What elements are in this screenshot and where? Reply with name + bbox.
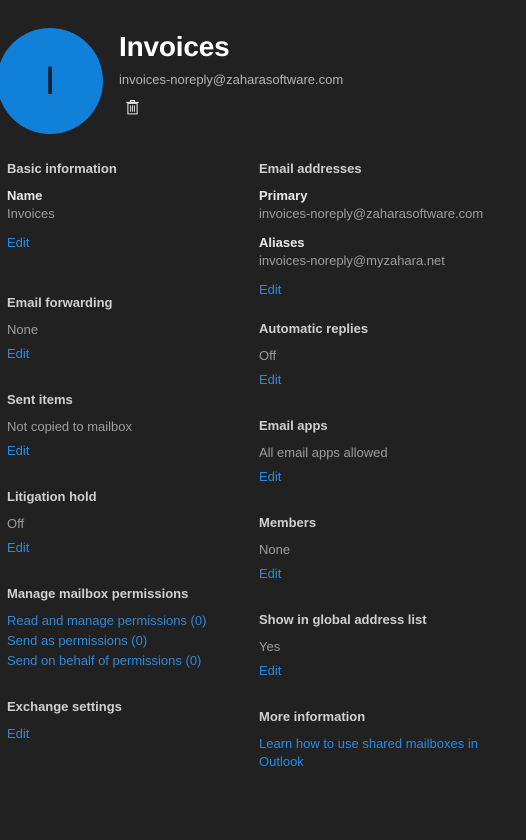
section-header: Litigation hold [7, 489, 97, 504]
avatar-initial: I [44, 59, 56, 103]
section-header: More information [259, 709, 366, 724]
edit-basic-information-link[interactable]: Edit [7, 234, 29, 252]
section-automatic-replies: Automatic replies Off Edit [259, 320, 518, 389]
section-global-address-list: Show in global address list Yes Edit [259, 611, 518, 680]
mailbox-header: I Invoices invoices-noreply@zaharasoftwa… [0, 0, 526, 160]
section-header: Automatic replies [259, 321, 369, 336]
section-litigation-hold: Litigation hold Off Edit [7, 488, 243, 557]
section-header: Basic information [7, 161, 117, 176]
section-more-information: More information Learn how to use shared… [259, 708, 518, 771]
field-primary-address: Primary invoices-noreply@zaharasoftware.… [259, 187, 518, 222]
field-value: Off [259, 348, 277, 363]
section-email-addresses: Email addresses Primary invoices-noreply… [259, 160, 518, 299]
avatar: I [0, 28, 103, 134]
field-name: Name Invoices [7, 187, 243, 222]
trash-icon [125, 99, 140, 116]
edit-automatic-replies-link[interactable]: Edit [259, 371, 281, 389]
section-email-forwarding: Email forwarding None Edit [7, 294, 243, 363]
field-label: Primary [259, 188, 308, 203]
header-text-group: Invoices invoices-noreply@zaharasoftware… [119, 30, 518, 89]
edit-email-addresses-link[interactable]: Edit [259, 281, 281, 299]
field-value: invoices-noreply@myzahara.net [259, 253, 445, 268]
header-actions [119, 94, 145, 120]
edit-litigation-hold-link[interactable]: Edit [7, 539, 29, 557]
field-aliases: Aliases invoices-noreply@myzahara.net [259, 234, 518, 269]
section-header: Email apps [259, 418, 328, 433]
section-header: Email addresses [259, 161, 362, 176]
read-and-manage-permissions-link[interactable]: Read and manage permissions (0) [7, 612, 206, 630]
section-basic-information: Basic information Name Invoices Edit [7, 160, 243, 252]
field-label: Name [7, 188, 43, 203]
section-header: Manage mailbox permissions [7, 586, 189, 601]
right-column: Email addresses Primary invoices-noreply… [253, 160, 526, 840]
field-value: Invoices [7, 206, 55, 221]
field-value: Off [7, 516, 25, 531]
section-exchange-settings: Exchange settings Edit [7, 698, 243, 743]
section-header: Members [259, 515, 317, 530]
send-on-behalf-of-permissions-link[interactable]: Send on behalf of permissions (0) [7, 652, 201, 670]
edit-sent-items-link[interactable]: Edit [7, 442, 29, 460]
edit-members-link[interactable]: Edit [259, 565, 281, 583]
field-value: Not copied to mailbox [7, 419, 133, 434]
settings-columns: Basic information Name Invoices Edit Ema… [0, 160, 526, 840]
left-column: Basic information Name Invoices Edit Ema… [0, 160, 253, 840]
page-title: Invoices [119, 31, 230, 62]
send-as-permissions-link[interactable]: Send as permissions (0) [7, 632, 147, 650]
edit-exchange-settings-link[interactable]: Edit [7, 725, 29, 743]
learn-shared-mailboxes-link[interactable]: Learn how to use shared mailboxes in Out… [259, 735, 518, 771]
section-header: Show in global address list [259, 612, 427, 627]
field-value: None [7, 322, 39, 337]
mailbox-email-address: invoices-noreply@zaharasoftware.com [119, 72, 344, 87]
section-mailbox-permissions: Manage mailbox permissions Read and mana… [7, 585, 243, 670]
section-header: Sent items [7, 392, 73, 407]
section-email-apps: Email apps All email apps allowed Edit [259, 417, 518, 486]
section-header: Email forwarding [7, 295, 113, 310]
edit-email-apps-link[interactable]: Edit [259, 468, 281, 486]
field-value: All email apps allowed [259, 445, 388, 460]
field-value: Yes [259, 639, 281, 654]
edit-global-address-list-link[interactable]: Edit [259, 662, 281, 680]
section-members: Members None Edit [259, 514, 518, 583]
field-value: None [259, 542, 291, 557]
field-value: invoices-noreply@zaharasoftware.com [259, 206, 484, 221]
delete-mailbox-button[interactable] [119, 94, 145, 120]
edit-email-forwarding-link[interactable]: Edit [7, 345, 29, 363]
field-label: Aliases [259, 235, 305, 250]
section-sent-items: Sent items Not copied to mailbox Edit [7, 391, 243, 460]
permissions-link-list: Read and manage permissions (0) Send as … [7, 612, 243, 670]
section-header: Exchange settings [7, 699, 122, 714]
